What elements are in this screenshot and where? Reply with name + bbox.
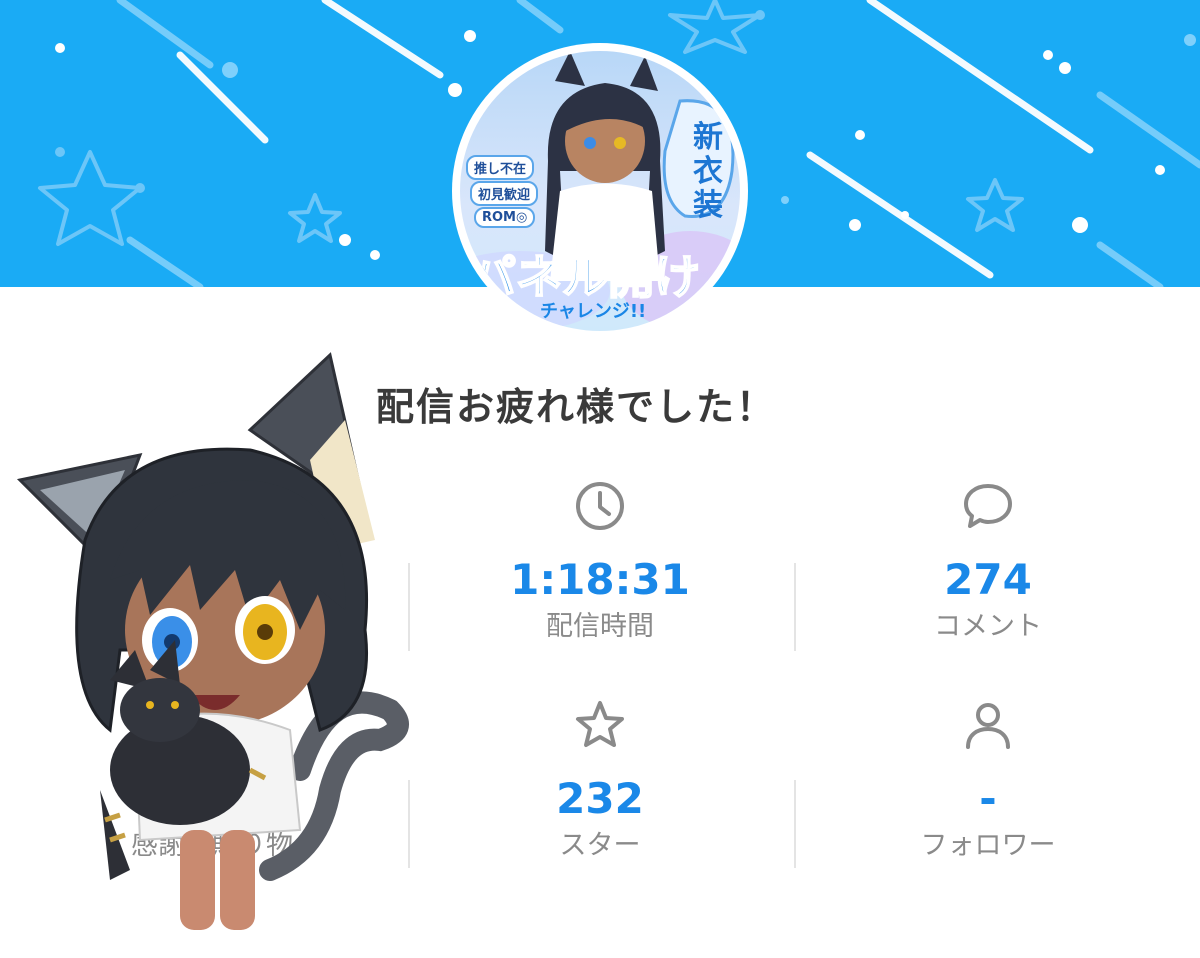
star-icon [576,701,624,747]
avatar-tag: 推し不在 [466,155,535,180]
stat-label: 配信時間 [546,611,654,642]
stat-stream-duration: 1:18:31 配信時間 [410,478,790,644]
stat-value: - [979,774,997,823]
streamer-avatar[interactable]: 新衣装 推し不在 初見歓迎 ROM◎ パネル開け チャレンジ!! [452,43,748,339]
comment-icon [964,484,1012,528]
avatar-thumbnail: 新衣装 推し不在 初見歓迎 ROM◎ パネル開け チャレンジ!! [460,51,740,331]
stat-divider [794,563,796,651]
person-icon [966,703,1010,749]
avatar-panel-subtitle: チャレンジ!! [540,301,647,322]
stat-label: スター [559,830,641,861]
clock-icon [576,482,624,530]
stat-label: コメント [934,611,1042,642]
stat-value: 1:18:31 [510,555,690,604]
stat-followers: - フォロワー [798,697,1178,863]
stat-value: 274 [944,555,1032,604]
stat-comments: 274 コメント [798,478,1178,644]
stat-value: 232 [556,774,644,823]
avatar-tag: 初見歓迎 [470,181,539,206]
stat-label: フォロワー [920,830,1056,861]
avatar-bubble-text: 新衣装 [693,120,723,223]
stat-stars: 232 スター [410,697,790,863]
stat-divider [794,780,796,868]
avatar-tag: ROM◎ [474,207,536,228]
catgirl-mascot-illustration [16,352,409,930]
